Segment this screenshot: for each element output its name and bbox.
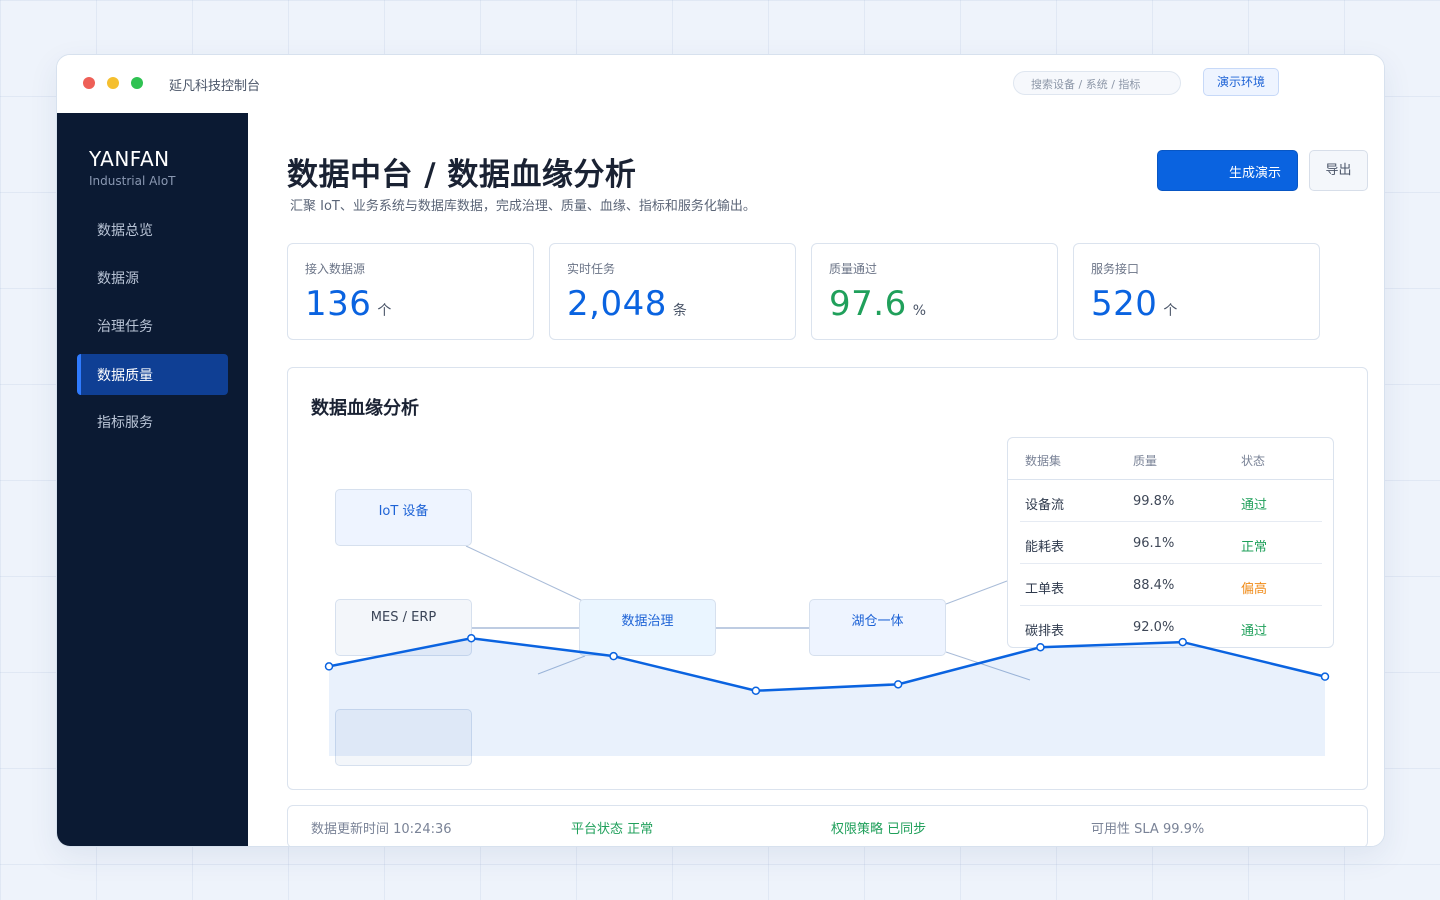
kpi-card-apis: 服务接口 520 个: [1073, 243, 1320, 340]
sidebar-item-sources[interactable]: 数据源: [77, 257, 228, 298]
kpi-unit: 条: [672, 303, 688, 319]
trend-point-3: [751, 686, 761, 695]
sla-status: 可用性 SLA 99.9%: [1091, 822, 1205, 837]
lineage-panel: 数据血缘分析 IoT 设备 MES / ERP 数据治理 湖仓一体 数据集 质量…: [287, 367, 1368, 790]
sidebar-item-quality[interactable]: 数据质量: [77, 354, 228, 395]
minimize-window-button[interactable]: [107, 77, 119, 89]
kpi-value: 520 个: [1091, 284, 1178, 324]
kpi-card-quality: 质量通过 97.6%: [811, 243, 1058, 340]
sidebar-item-governance[interactable]: 治理任务: [77, 305, 228, 346]
trend-point-4: [893, 680, 903, 689]
app-window: 延凡科技控制台 搜索设备 / 系统 / 指标 演示环境 YANFAN Indus…: [56, 54, 1385, 847]
trend-point-7: [1320, 672, 1330, 681]
trend-line-chart: [324, 633, 1330, 756]
kpi-value: 136 个: [305, 284, 392, 324]
platform-status: 平台状态 正常: [571, 822, 654, 837]
policy-status: 权限策略 已同步: [831, 822, 927, 837]
trend-point-2: [609, 651, 618, 661]
sidebar: YANFAN Industrial AIoT 数据总览 数据源 治理任务 数据质…: [57, 113, 248, 846]
trend-point-6: [1178, 637, 1187, 647]
search-input[interactable]: 搜索设备 / 系统 / 指标: [1013, 71, 1181, 95]
brand-subtitle: Industrial AIoT: [89, 174, 176, 188]
update-time: 数据更新时间 10:24:36: [311, 822, 452, 837]
kpi-label: 实时任务: [567, 262, 616, 276]
trend-point-5: [1036, 642, 1045, 652]
sidebar-item-metrics[interactable]: 指标服务: [77, 401, 228, 442]
close-window-button[interactable]: [83, 77, 95, 89]
main-content: 数据中台 / 数据血缘分析 汇聚 IoT、业务系统与数据库数据，完成治理、质量、…: [248, 113, 1384, 846]
kpi-card-sources: 接入数据源 136 个: [287, 243, 534, 340]
maximize-window-button[interactable]: [131, 77, 143, 89]
page-subtitle: 汇聚 IoT、业务系统与数据库数据，完成治理、质量、血缘、指标和服务化输出。: [290, 199, 756, 214]
trend-point-1: [467, 633, 476, 643]
kpi-unit: %: [912, 303, 927, 319]
page-title: 数据中台 / 数据血缘分析: [287, 157, 637, 193]
brand-logo: YANFAN: [89, 147, 170, 171]
trend-point-0: [324, 662, 334, 671]
environment-badge[interactable]: 演示环境: [1203, 68, 1279, 96]
export-button[interactable]: 导出: [1309, 150, 1368, 191]
status-bar: 数据更新时间 10:24:36 平台状态 正常 权限策略 已同步 可用性 SLA…: [287, 805, 1368, 846]
title-bar: 延凡科技控制台 搜索设备 / 系统 / 指标 演示环境: [57, 55, 1384, 113]
kpi-value: 97.6%: [829, 284, 927, 324]
kpi-unit: 个: [1163, 303, 1178, 319]
kpi-label: 质量通过: [829, 262, 878, 276]
kpi-value: 2,048 条: [567, 284, 688, 324]
generate-demo-button[interactable]: 生成演示: [1157, 150, 1298, 191]
app-title: 延凡科技控制台: [169, 79, 261, 94]
kpi-unit: 个: [377, 303, 392, 319]
sidebar-item-overview[interactable]: 数据总览: [77, 209, 228, 250]
kpi-label: 服务接口: [1091, 262, 1140, 276]
trend-area: [329, 638, 1325, 756]
kpi-card-tasks: 实时任务 2,048 条: [549, 243, 796, 340]
kpi-label: 接入数据源: [305, 262, 366, 276]
